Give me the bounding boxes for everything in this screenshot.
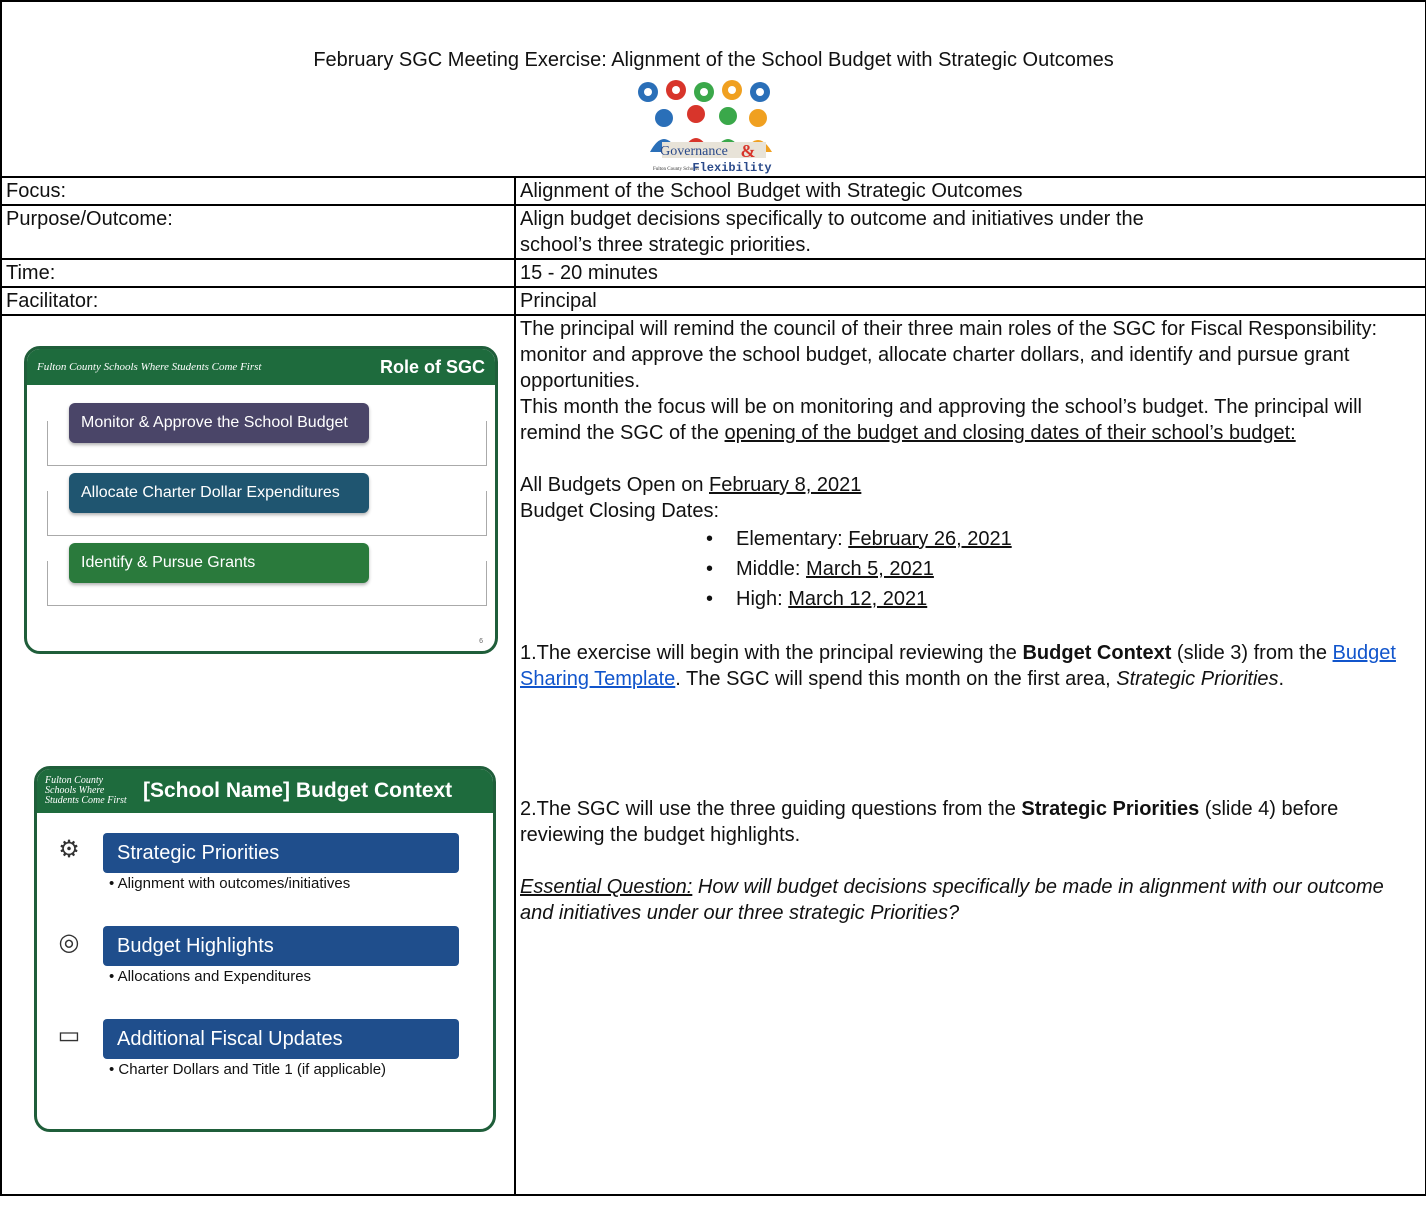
document-page: February SGC Meeting Exercise: Alignment… xyxy=(0,0,1426,1228)
focus-paragraph: This month the focus will be on monitori… xyxy=(520,396,1362,444)
governance-flexibility-logo: Governance & Fulton County Schools Flexi… xyxy=(637,80,772,175)
roles-paragraph: The principal will remind the council of… xyxy=(520,318,1378,392)
facilitator-value: Principal xyxy=(513,286,1426,316)
budget-open-line: All Budgets Open on February 8, 2021 xyxy=(520,474,862,496)
budget-context-slide: Fulton County Schools Where Students Com… xyxy=(34,766,496,1132)
essential-question: Essential Question: How will budget deci… xyxy=(520,876,1384,924)
slide-title: Role of SGC xyxy=(379,356,485,377)
focus-label: Focus: xyxy=(0,176,516,206)
exercise-table: February SGC Meeting Exercise: Alignment… xyxy=(0,0,1426,1196)
focus-value: Alignment of the School Budget with Stra… xyxy=(513,176,1426,206)
budget-context-item: ⚙ Strategic Priorities • Alignment with … xyxy=(37,821,493,914)
role-item: Identify & Pursue Grants xyxy=(27,535,495,606)
purpose-value: Align budget decisions specifically to o… xyxy=(513,204,1426,260)
slide-page-number: 6 xyxy=(479,638,483,645)
role-of-sgc-slide: Fulton County Schools Where Students Com… xyxy=(24,346,498,654)
slides-cell: Fulton County Schools Where Students Com… xyxy=(0,314,516,1196)
closing-label: Budget Closing Dates: xyxy=(520,500,720,522)
role-item: Monitor & Approve the School Budget xyxy=(27,395,495,466)
purpose-label: Purpose/Outcome: xyxy=(0,204,516,260)
slide-title: [School Name] Budget Context xyxy=(143,779,453,802)
slide-header: Fulton County Schools Where Students Com… xyxy=(37,769,493,813)
svg-text:Flexibility: Flexibility xyxy=(692,161,771,175)
instructions-cell: The principal will remind the council of… xyxy=(513,314,1426,1196)
time-value: 15 - 20 minutes xyxy=(513,258,1426,288)
closing-dates-list: Elementary: February 26, 2021 Middle: Ma… xyxy=(520,524,1421,614)
svg-text:&: & xyxy=(740,141,755,161)
money-icon: ▭ xyxy=(57,1022,81,1049)
list-item: Middle: March 5, 2021 xyxy=(706,554,1421,584)
time-label: Time: xyxy=(0,258,516,288)
header-cell: February SGC Meeting Exercise: Alignment… xyxy=(0,0,1426,178)
role-item: Allocate Charter Dollar Expenditures xyxy=(27,465,495,536)
gears-icon: ⚙ xyxy=(58,836,80,863)
slide-header: Fulton County Schools Where Students Com… xyxy=(27,349,495,385)
fcs-logo: Fulton County Schools Where Students Com… xyxy=(45,775,127,806)
document-title: February SGC Meeting Exercise: Alignment… xyxy=(313,49,1114,71)
budget-context-item: ▭ Additional Fiscal Updates • Charter Do… xyxy=(37,1007,493,1100)
coins-icon: ◎ xyxy=(58,929,80,956)
list-item: High: March 12, 2021 xyxy=(706,584,1421,614)
svg-text:Governance: Governance xyxy=(660,144,728,159)
list-item: Elementary: February 26, 2021 xyxy=(706,524,1421,554)
step-1-paragraph: 1.The exercise will begin with the princ… xyxy=(520,642,1396,690)
budget-context-item: ◎ Budget Highlights • Allocations and Ex… xyxy=(37,914,493,1007)
fcs-logo: Fulton County Schools Where Students Com… xyxy=(37,360,262,373)
step-2-paragraph: 2.The SGC will use the three guiding que… xyxy=(520,798,1339,846)
facilitator-label: Facilitator: xyxy=(0,286,516,316)
